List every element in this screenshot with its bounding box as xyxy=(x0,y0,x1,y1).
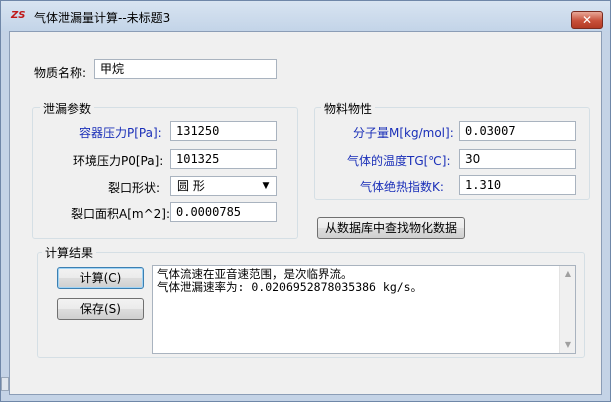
dialog-body: 物质名称: 甲烷 泄漏参数 容器压力P[Pa]: 131250 环境压力P0[P… xyxy=(9,31,602,395)
crack-shape-label: 裂口形状: xyxy=(108,181,161,195)
scroll-down-icon[interactable]: ▼ xyxy=(560,337,576,353)
ambient-pressure-label: 环境压力P0[Pa]: xyxy=(73,154,164,168)
app-logo-icon: ZS xyxy=(11,10,26,21)
gas-temperature-field[interactable]: 30 xyxy=(459,149,576,169)
material-props-title: 物料物性 xyxy=(321,100,376,117)
save-button[interactable]: 保存(S) xyxy=(57,298,144,320)
resize-grip[interactable] xyxy=(1,377,9,391)
result-output[interactable]: 气体流速在亚音速范围，是次临界流。 气体泄漏速率为: 0.02069528780… xyxy=(152,265,576,354)
molecular-weight-field[interactable]: 0.03007 xyxy=(459,121,576,141)
leak-params-title: 泄漏参数 xyxy=(40,100,95,117)
gas-temperature-label: 气体的温度TG[℃]: xyxy=(347,154,451,168)
crack-shape-value: 圆 形 xyxy=(177,179,205,193)
vessel-pressure-label: 容器压力P[Pa]: xyxy=(79,126,162,140)
chevron-down-icon[interactable]: ▼ xyxy=(259,180,273,192)
substance-name-label: 物质名称: xyxy=(34,66,87,80)
crack-area-field[interactable]: 0.0000785 xyxy=(170,202,277,222)
title-bar[interactable]: ZS 气体泄漏量计算--未标题3 ✕ xyxy=(1,1,610,31)
app-window: ZS 气体泄漏量计算--未标题3 ✕ 物质名称: 甲烷 泄漏参数 容器压力P[P… xyxy=(0,0,611,402)
ambient-pressure-field[interactable]: 101325 xyxy=(170,149,277,169)
result-scrollbar[interactable]: ▲ ▼ xyxy=(559,266,575,353)
crack-shape-select[interactable]: 圆 形 ▼ xyxy=(170,176,277,196)
calculate-button[interactable]: 计算(C) xyxy=(57,267,144,289)
close-button[interactable]: ✕ xyxy=(571,11,603,29)
window-title: 气体泄漏量计算--未标题3 xyxy=(34,11,171,25)
adiabatic-index-field[interactable]: 1.310 xyxy=(459,175,576,195)
scroll-up-icon[interactable]: ▲ xyxy=(560,266,576,282)
vessel-pressure-field[interactable]: 131250 xyxy=(170,121,277,141)
substance-name-field[interactable]: 甲烷 xyxy=(94,59,277,79)
adiabatic-index-label: 气体绝热指数K: xyxy=(360,180,444,194)
crack-area-label: 裂口面积A[m^2]: xyxy=(71,207,170,221)
molecular-weight-label: 分子量M[kg/mol]: xyxy=(353,126,454,140)
db-lookup-button[interactable]: 从数据库中查找物化数据 xyxy=(317,217,465,239)
results-title: 计算结果 xyxy=(42,244,97,261)
